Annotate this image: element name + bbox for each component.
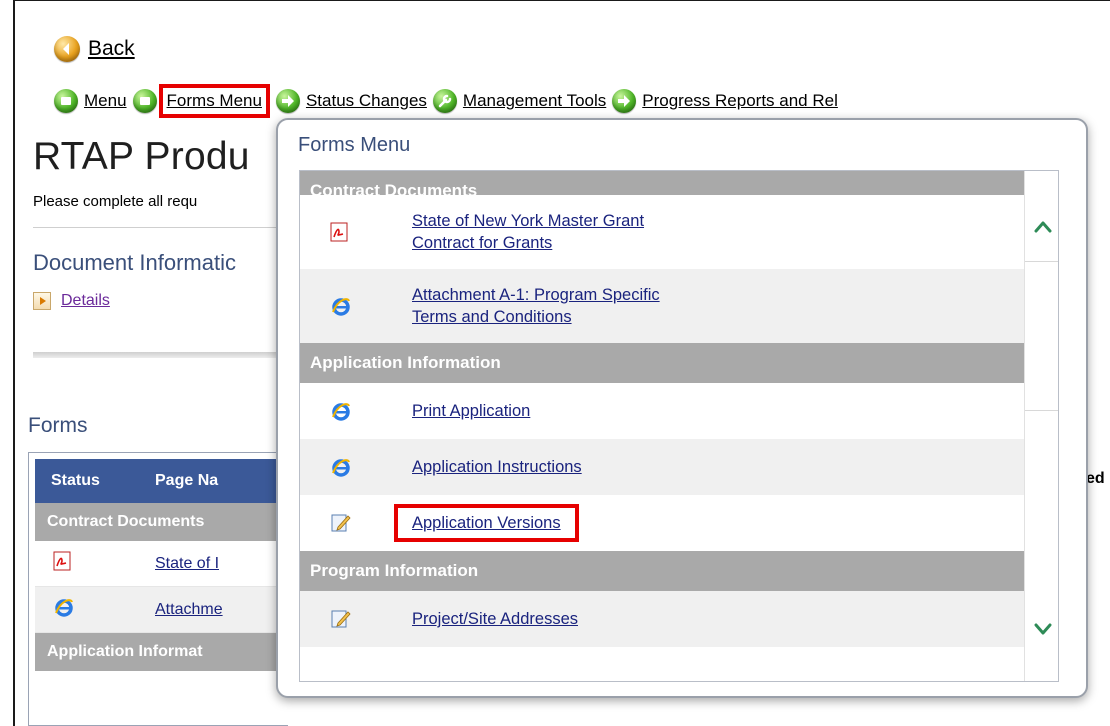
ie-icon: [330, 295, 352, 317]
list-group-application-information: Application Information: [300, 343, 1024, 383]
divider-thick: [33, 352, 293, 358]
table-group-application-information: Application Informat: [35, 633, 288, 671]
divider: [33, 227, 293, 228]
green-arrow-icon: [612, 89, 637, 113]
ie-icon: [53, 596, 75, 618]
green-circle-icon: [54, 89, 78, 113]
print-application-link[interactable]: Print Application: [412, 400, 530, 422]
ie-icon: [330, 456, 352, 478]
table-header-fragment: ed: [1086, 470, 1105, 487]
edit-document-icon: [330, 512, 352, 534]
column-header-status[interactable]: Status: [35, 472, 155, 490]
table-row-link[interactable]: State of I: [155, 555, 219, 573]
list-item[interactable]: Application Instructions: [300, 439, 1024, 495]
list-item[interactable]: Application Versions: [300, 495, 1024, 551]
nav-item-status-changes[interactable]: Status Changes: [275, 89, 427, 113]
list-item[interactable]: Attachment A-1: Program Specific Terms a…: [300, 269, 1024, 343]
nav-item-progress-reports[interactable]: Progress Reports and Rel: [612, 89, 838, 113]
nav-label-forms-menu[interactable]: Forms Menu: [167, 91, 262, 110]
nav-label-management-tools[interactable]: Management Tools: [463, 91, 606, 111]
details-link[interactable]: Details: [61, 292, 110, 310]
page-title: RTAP Produ: [33, 135, 250, 178]
list-group-program-information: Program Information: [300, 551, 1024, 591]
nav-item-management-tools[interactable]: Management Tools: [432, 89, 606, 113]
forms-menu-popup: Forms Menu Contract Documents State of N…: [276, 118, 1088, 698]
nav-label-menu[interactable]: Menu: [84, 91, 127, 111]
scroll-thumb[interactable]: [1025, 261, 1058, 411]
list-item-link[interactable]: State of New York Master Grant Contract …: [412, 210, 644, 254]
list-group-contract-documents: Contract Documents: [300, 171, 1024, 195]
nav-label-progress-reports[interactable]: Progress Reports and Rel: [642, 91, 838, 111]
pdf-icon: [330, 222, 348, 242]
column-header-page-name[interactable]: Page Na: [155, 472, 218, 490]
table-header: Status Page Na: [35, 459, 288, 503]
breadcrumb-nav: Menu Forms Menu Status Changes Managemen…: [54, 84, 844, 118]
forms-heading: Forms: [28, 414, 88, 437]
list-item[interactable]: State of New York Master Grant Contract …: [300, 195, 1024, 269]
nav-item-forms-menu[interactable]: Forms Menu: [132, 84, 270, 118]
scrollbar[interactable]: [1024, 171, 1058, 681]
popup-list-viewport[interactable]: Contract Documents State of New York Mas…: [299, 170, 1059, 682]
list-item[interactable]: Print Application: [300, 383, 1024, 439]
back-label[interactable]: Back: [88, 37, 135, 61]
edit-document-icon: [330, 608, 352, 630]
ie-icon: [330, 400, 352, 422]
application-instructions-link[interactable]: Application Instructions: [412, 456, 582, 478]
application-versions-link[interactable]: Application Versions: [412, 514, 561, 532]
list-item-link[interactable]: Attachment A-1: Program Specific Terms a…: [412, 284, 660, 328]
application-versions-highlight[interactable]: Application Versions: [394, 504, 579, 542]
scroll-up-chevron-icon[interactable]: [1033, 217, 1053, 237]
table-row-link[interactable]: Attachme: [155, 601, 223, 619]
nav-label-status-changes[interactable]: Status Changes: [306, 91, 427, 111]
popup-title: Forms Menu: [298, 134, 411, 156]
instruction-text: Please complete all requ: [33, 193, 198, 210]
green-circle-icon: [132, 89, 157, 113]
expand-arrow-icon[interactable]: [33, 292, 51, 310]
back-arrow-icon: [54, 36, 80, 62]
project-site-addresses-link[interactable]: Project/Site Addresses: [412, 608, 578, 630]
forms-menu-list: Contract Documents State of New York Mas…: [300, 171, 1024, 647]
list-item[interactable]: Project/Site Addresses: [300, 591, 1024, 647]
back-link[interactable]: Back: [54, 36, 135, 62]
table-row: Attachme: [35, 587, 288, 633]
green-arrow-icon: [275, 89, 300, 113]
nav-item-menu[interactable]: Menu: [54, 89, 127, 113]
document-information-heading: Document Informatic: [33, 250, 236, 275]
table-group-contract-documents: Contract Documents: [35, 503, 288, 541]
scroll-down-chevron-icon[interactable]: [1033, 619, 1053, 639]
pdf-icon: [53, 551, 71, 571]
details-toggle[interactable]: Details: [33, 292, 110, 310]
table-row: State of I: [35, 541, 288, 587]
forms-menu-highlight[interactable]: Forms Menu: [158, 84, 270, 118]
forms-table: Status Page Na Contract Documents State …: [28, 452, 288, 726]
green-wrench-icon: [432, 89, 457, 113]
